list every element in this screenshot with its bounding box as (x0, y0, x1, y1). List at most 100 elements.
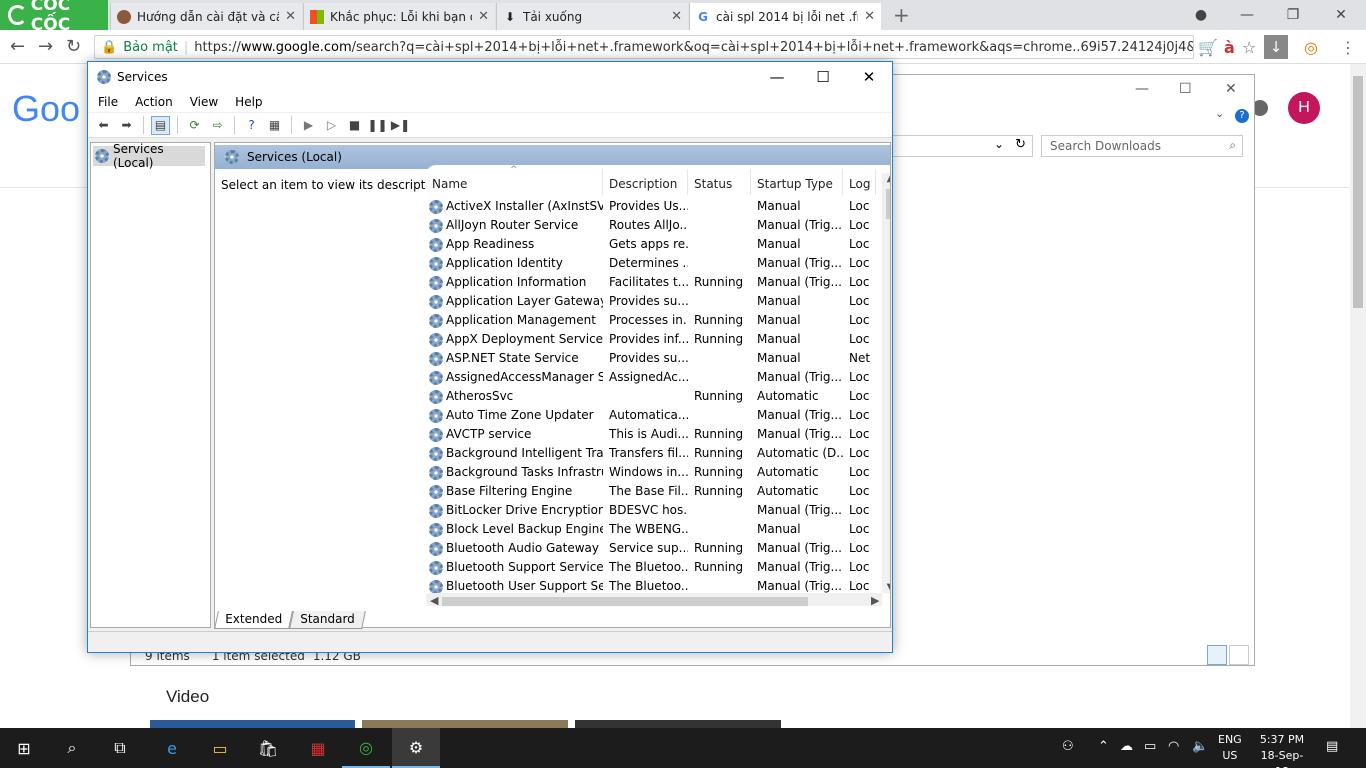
battery-icon[interactable]: ▭ (1144, 739, 1156, 754)
coccoc-logo[interactable]: CỐC CỐC (0, 0, 108, 35)
volume-icon[interactable]: 🔈 (1192, 739, 1208, 754)
chevron-down-icon[interactable]: ⌄ (1215, 107, 1224, 120)
scroll-left-icon[interactable]: ◀ (430, 594, 438, 606)
table-row[interactable]: Background Intelligent Tran... Transfers … (426, 444, 876, 463)
menu-icon[interactable]: ⋮ (1340, 38, 1356, 57)
table-row[interactable]: Application Identity Determines ... Manual… (426, 254, 876, 273)
search-button[interactable]: ⌕ (48, 728, 96, 768)
menu-view[interactable]: View (190, 95, 218, 109)
refresh-icon[interactable]: ↻ (1015, 137, 1026, 152)
action-center-icon[interactable]: ▤ (1326, 739, 1338, 754)
cart-badge[interactable]: à (1224, 38, 1235, 57)
table-row[interactable]: Application Layer Gateway ... Provides su… (426, 292, 876, 311)
table-row[interactable]: Base Filtering Engine The Base Fil... Runn… (426, 482, 876, 501)
stop-service-icon[interactable]: ■ (345, 116, 364, 135)
column-log-on-as[interactable]: Log (843, 169, 876, 195)
store-taskbar-button[interactable]: 🛍 (244, 728, 292, 768)
close-tab-icon[interactable]: ✕ (864, 9, 875, 24)
table-row[interactable]: AssignedAccessManager Se... AssignedAc...… (426, 368, 876, 387)
table-row[interactable]: Application Management Processes in... Run… (426, 311, 876, 330)
scrollbar-thumb[interactable] (886, 189, 890, 219)
maximize-button[interactable]: ☐ (800, 62, 846, 92)
minimize-button[interactable]: — (1135, 81, 1149, 97)
help-icon[interactable]: ? (1235, 109, 1249, 123)
table-row[interactable]: Block Level Backup Engine ... The WBENG..… (426, 520, 876, 539)
export-list-icon[interactable]: ⇨ (208, 116, 227, 135)
reload-button[interactable]: ↻ (66, 36, 81, 57)
start-button[interactable]: ⊞ (0, 728, 48, 768)
scroll-up-icon[interactable]: ▲ (882, 173, 890, 184)
column-startup-type[interactable]: Startup Type (751, 169, 843, 195)
vertical-scrollbar[interactable]: ▲ ▼ (882, 173, 890, 593)
cart-icon[interactable]: 🛒 (1198, 38, 1218, 57)
table-row[interactable]: Application Information Facilitates t... R… (426, 273, 876, 292)
video-thumbnail[interactable] (362, 720, 568, 728)
chevron-up-icon[interactable]: ⌃ (1098, 739, 1109, 754)
app-taskbar-button[interactable]: ▦ (294, 728, 342, 768)
downloads-button[interactable]: ↓ (1264, 35, 1288, 59)
table-row[interactable]: AVCTP service This is Audi... Running Manua… (426, 425, 876, 444)
video-thumbnail[interactable] (150, 720, 355, 728)
table-row[interactable]: Background Tasks Infrastru... Windows in.… (426, 463, 876, 482)
tab-standard[interactable]: Standard (289, 611, 366, 629)
services-taskbar-button[interactable]: ⚙ (392, 728, 440, 768)
language-indicator[interactable]: ENG US (1218, 732, 1242, 764)
back-button[interactable]: ← (10, 36, 25, 57)
start-service-icon[interactable]: ▶ (299, 116, 318, 135)
pause-service-icon[interactable]: ❚❚ (367, 116, 387, 135)
table-row[interactable]: App Readiness Gets apps re... Manual Loc (426, 235, 876, 254)
task-view-button[interactable]: ⧉ (96, 728, 144, 768)
new-tab-button[interactable]: + (893, 3, 910, 27)
browser-tab-1[interactable]: Hướng dẫn cài đặt và cấu h✕ (110, 3, 302, 30)
menu-file[interactable]: File (98, 95, 118, 109)
show-hide-tree-icon[interactable]: ▤ (151, 115, 170, 135)
scrollbar-thumb[interactable] (442, 597, 808, 606)
table-row[interactable]: ASP.NET State Service Provides su... Manua… (426, 349, 876, 368)
file-explorer-taskbar-button[interactable]: ▭ (196, 728, 244, 768)
table-row[interactable]: AllJoyn Router Service Routes AllJo... Man… (426, 216, 876, 235)
video-thumbnail[interactable] (575, 720, 781, 728)
address-dropdown[interactable]: ⌄ ↻ (893, 135, 1033, 157)
column-status[interactable]: Status (688, 169, 751, 195)
browser-tab-2[interactable]: Khắc phục: Lỗi khi bạn cài ✕ (303, 3, 495, 30)
google-logo[interactable]: Goo (12, 88, 80, 130)
bookmark-star-icon[interactable]: ☆ (1242, 38, 1256, 57)
page-scrollbar[interactable] (1350, 64, 1366, 728)
restart-service-icon[interactable]: ▶❚ (391, 116, 410, 135)
maximize-button[interactable]: ☐ (1179, 81, 1192, 97)
forward-button[interactable]: → (38, 36, 53, 57)
people-icon[interactable]: ⚇ (1062, 739, 1074, 754)
close-button[interactable]: ✕ (1225, 81, 1237, 97)
browser-tab-3[interactable]: ⬇ Tải xuống ✕ (496, 3, 688, 30)
scrollbar-thumb[interactable] (1353, 76, 1363, 308)
restore-button[interactable]: ❐ (1270, 0, 1316, 30)
scroll-down-icon[interactable]: ▼ (882, 582, 890, 593)
close-tab-icon[interactable]: ✕ (478, 9, 489, 24)
menu-action[interactable]: Action (135, 95, 173, 109)
close-tab-icon[interactable]: ✕ (285, 9, 296, 24)
horizontal-scrollbar[interactable]: ◀ ▶ (426, 593, 882, 606)
tab-extended[interactable]: Extended (214, 611, 293, 629)
tree-item-services-local[interactable]: Services (Local) (93, 142, 205, 170)
close-tab-icon[interactable]: ✕ (671, 9, 682, 24)
help-icon[interactable]: ? (242, 116, 261, 135)
table-row[interactable]: ActiveX Installer (AxInstSV) Provides Us.… (426, 197, 876, 216)
start-service-alt-icon[interactable]: ▷ (322, 116, 341, 135)
column-name[interactable]: Name (426, 169, 603, 195)
onedrive-icon[interactable]: ☁ (1120, 739, 1133, 754)
browser-tab-4[interactable]: Gcài spl 2014 bị lỗi net .fram✕ (689, 3, 881, 30)
table-row[interactable]: Auto Time Zone Updater Automatica... Manua… (426, 406, 876, 425)
profile-icon[interactable]: ● (1178, 0, 1224, 30)
scroll-right-icon[interactable]: ▶ (871, 594, 879, 606)
clock[interactable]: 5:37 PM18-Sep-18 (1254, 732, 1310, 768)
tiles-view-icon[interactable] (1229, 645, 1249, 665)
table-row[interactable]: Bluetooth Support Service The Bluetoo... R… (426, 558, 876, 577)
table-row[interactable]: Bluetooth Audio Gateway S... Service sup.… (426, 539, 876, 558)
properties-icon[interactable]: ▦ (265, 116, 284, 135)
table-row[interactable]: BitLocker Drive Encryption ... BDESVC hos… (426, 501, 876, 520)
back-arrow-icon[interactable]: ⬅ (94, 116, 113, 135)
table-row[interactable]: AtherosSvc Running Automatic Loc (426, 387, 876, 406)
edge-taskbar-button[interactable]: e (148, 728, 196, 768)
minimize-button[interactable]: — (1224, 0, 1270, 30)
details-view-icon[interactable] (1207, 645, 1227, 665)
